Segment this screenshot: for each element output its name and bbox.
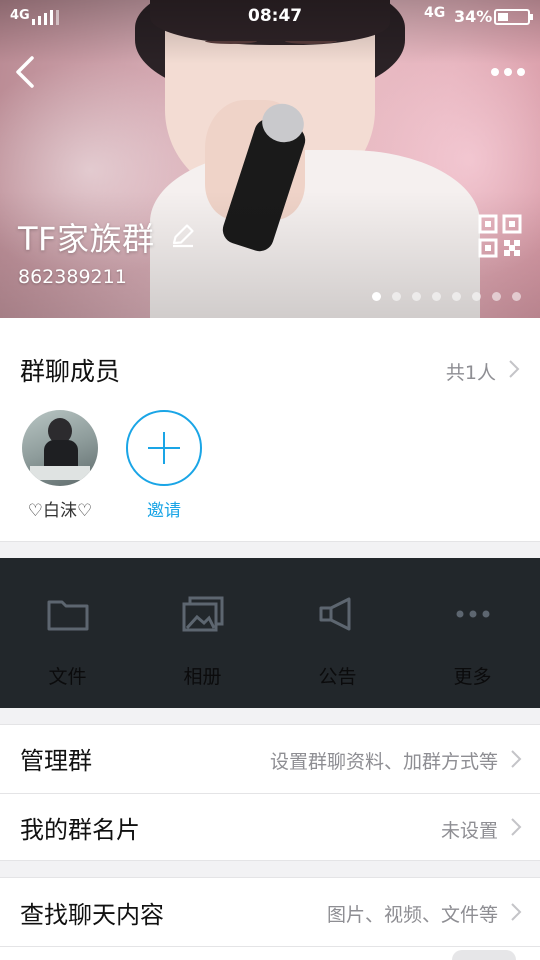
status-bar: 4G 08:47 4G 34% [0,0,540,34]
feature-files[interactable]: 文件 [0,558,135,708]
manage-group-value: 设置群聊资料、加群方式等 [269,751,498,773]
chevron-right-icon [509,360,520,378]
network-type-right: 4G [424,5,446,21]
battery-icon [494,9,533,25]
battery-fill [498,13,508,21]
my-group-card-row[interactable]: 我的群名片 未设置 [0,794,540,860]
my-group-card-value: 未设置 [440,820,498,842]
avatar-floor [30,466,90,480]
qr-code-icon[interactable] [478,214,522,258]
more-dots-icon [491,68,525,76]
feature-label: 文件 [48,666,87,688]
feature-label: 更多 [453,666,492,688]
carousel-dot [412,292,421,301]
members-section: 群聊成员 共1人 ♡白沫♡ 邀请 [0,318,540,542]
member-count[interactable]: 共1人 [446,358,496,385]
members-title: 群聊成员 [20,357,121,386]
group-name[interactable]: TF家族群 [18,214,154,260]
carousel-dot [452,292,461,301]
chevron-right-icon [511,818,522,836]
manage-group-label: 管理群 [20,747,92,775]
carousel-dot [472,292,481,301]
folder-icon [47,600,88,631]
clock: 08:47 [248,6,303,26]
carousel-dot [432,292,441,301]
carousel-dot [392,292,401,301]
divider [0,860,540,861]
back-button[interactable] [12,52,40,92]
search-chat-label: 查找聊天内容 [20,901,164,929]
edit-name-icon[interactable] [170,222,196,248]
member-name[interactable]: ♡白沫♡ [10,496,110,521]
carousel-dot [512,292,521,301]
feature-more[interactable]: 更多 [405,558,540,708]
member-avatar[interactable] [22,410,98,486]
group-id: 862389211 [18,266,127,288]
announcement-icon [319,597,350,631]
invite-button[interactable] [126,410,202,486]
chevron-right-icon [511,903,522,921]
search-chat-value: 图片、视频、文件等 [326,904,498,926]
manage-group-row[interactable]: 管理群 设置群聊资料、加群方式等 [0,725,540,793]
feature-album[interactable]: 相册 [135,558,270,708]
search-chat-row[interactable]: 查找聊天内容 图片、视频、文件等 [0,878,540,946]
feature-label: 相册 [183,666,222,688]
chevron-left-icon [16,56,34,88]
carousel-dot [492,292,501,301]
invite-label[interactable]: 邀请 [114,496,214,521]
more-options-button[interactable] [488,60,528,84]
my-group-card-label: 我的群名片 [20,816,140,844]
feature-label: 公告 [318,666,357,688]
signal-strength-icon [32,9,60,25]
more-dots-icon [456,610,489,618]
toggle-switch[interactable] [452,950,516,960]
battery-percent: 34% [454,7,493,26]
network-type-left: 4G [10,8,30,23]
carousel-indicator [372,292,521,302]
feature-grid: 文件 相册 公告 更多 [0,558,540,708]
carousel-dot [372,292,381,301]
chevron-right-icon [511,750,522,768]
feature-announcement[interactable]: 公告 [270,558,405,708]
album-icon [182,596,223,632]
